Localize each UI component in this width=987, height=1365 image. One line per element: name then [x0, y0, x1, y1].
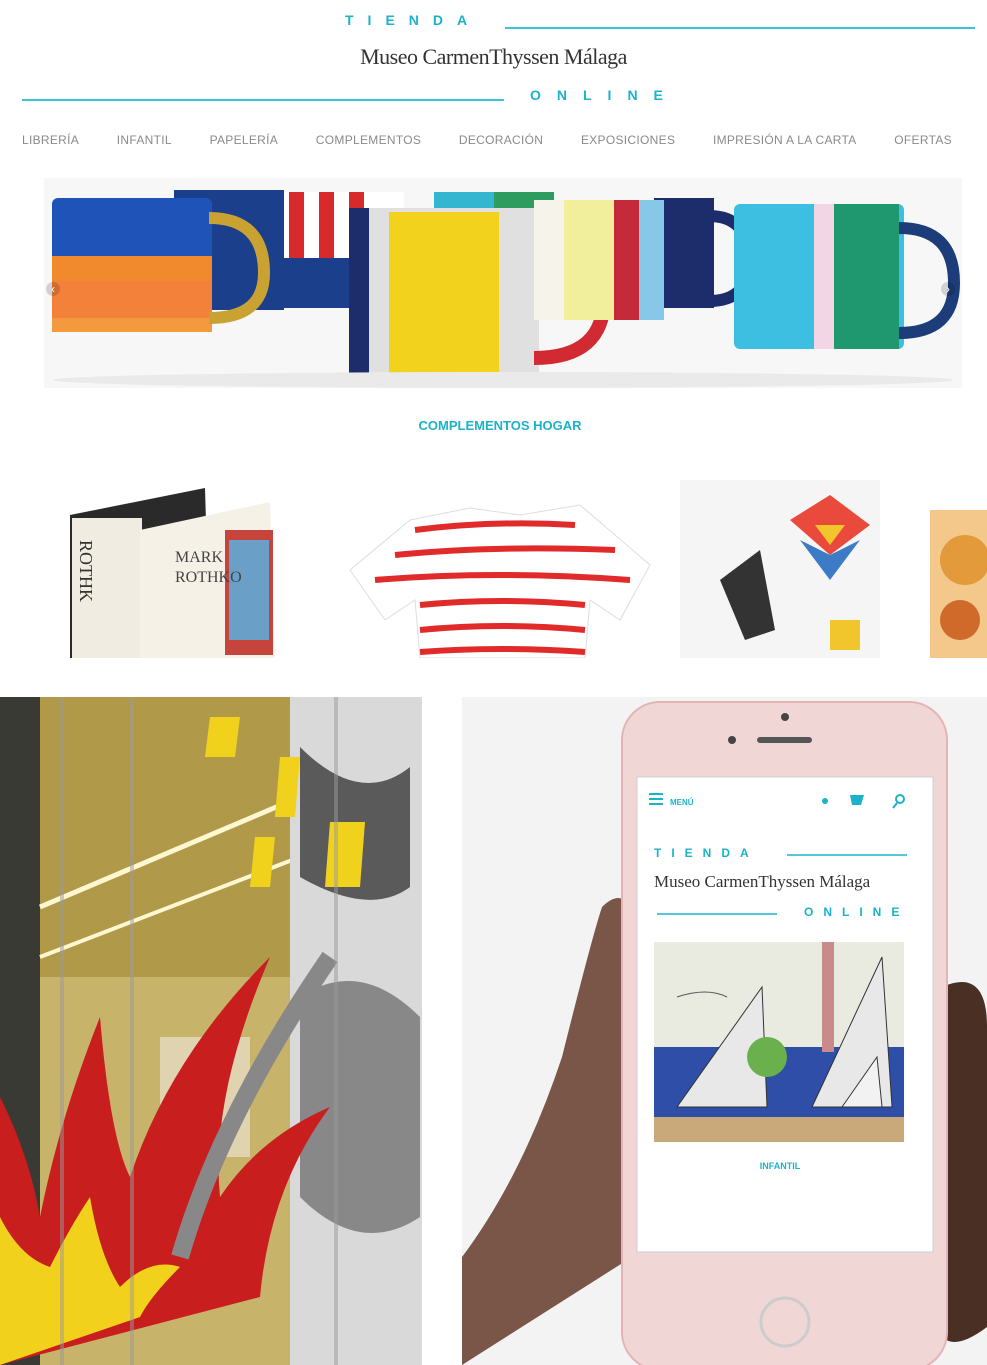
- mobile-phone-image: MENÚ TIENDA Museo CarmenThyssen Málaga O…: [462, 697, 987, 1365]
- phone-artwork-image[interactable]: [654, 942, 904, 1142]
- user-icon: [822, 798, 828, 804]
- chevron-left-icon: ‹: [51, 282, 55, 296]
- nav-item-ofertas[interactable]: OFERTAS: [894, 133, 952, 153]
- book-author-top: MARK: [175, 549, 223, 566]
- header-divider-top: [505, 27, 975, 29]
- site-header: TIENDA Museo CarmenThyssen Málaga ONLINE: [0, 0, 987, 120]
- main-nav: LIBRERÍA INFANTIL PAPELERÍA COMPLEMENTOS…: [22, 133, 952, 153]
- nav-item-papeleria[interactable]: PAPELERÍA: [210, 133, 279, 153]
- nav-item-exposiciones[interactable]: EXPOSICIONES: [581, 133, 675, 153]
- header-tienda: TIENDA: [345, 12, 482, 28]
- illustration-print[interactable]: [680, 480, 880, 658]
- nav-item-decoracion[interactable]: DECORACIÓN: [459, 133, 543, 153]
- chevron-right-icon: ›: [946, 282, 950, 296]
- header-divider-bottom: [22, 99, 504, 101]
- header-online: ONLINE: [530, 87, 679, 103]
- hero-slider[interactable]: [44, 178, 962, 388]
- phone-caption: INFANTIL: [760, 1161, 801, 1171]
- hero-next-arrow[interactable]: ›: [941, 282, 955, 296]
- phone-menu-label: MENÚ: [670, 798, 694, 807]
- nav-item-infantil[interactable]: INFANTIL: [117, 133, 172, 153]
- book-spine-label: ROTHK: [76, 540, 96, 602]
- hero-prev-arrow[interactable]: ‹: [46, 282, 60, 296]
- product-carousel: MARK ROTHKO ROTHK: [0, 470, 987, 658]
- phone-brand: Museo CarmenThyssen Málaga: [654, 872, 871, 891]
- product-images: MARK ROTHKO ROTHK: [0, 470, 987, 658]
- store-window-image: [0, 697, 422, 1365]
- nav-item-impresion[interactable]: IMPRESIÓN A LA CARTA: [713, 133, 857, 153]
- store-photo: [0, 697, 422, 1365]
- mobile-photo: MENÚ TIENDA Museo CarmenThyssen Málaga O…: [462, 697, 987, 1365]
- book-author-bottom: ROTHKO: [175, 569, 242, 586]
- nav-item-libreria[interactable]: LIBRERÍA: [22, 133, 79, 153]
- nav-item-complementos[interactable]: COMPLEMENTOS: [316, 133, 421, 153]
- rothko-books[interactable]: MARK ROTHKO ROTHK: [70, 488, 275, 658]
- phone-tienda: TIENDA: [654, 846, 759, 860]
- phone-online: ONLINE: [804, 905, 909, 919]
- header-brand[interactable]: Museo CarmenThyssen Málaga: [0, 44, 987, 70]
- hero-mugs-image: [44, 178, 962, 388]
- hero-caption[interactable]: COMPLEMENTOS HOGAR: [0, 418, 987, 433]
